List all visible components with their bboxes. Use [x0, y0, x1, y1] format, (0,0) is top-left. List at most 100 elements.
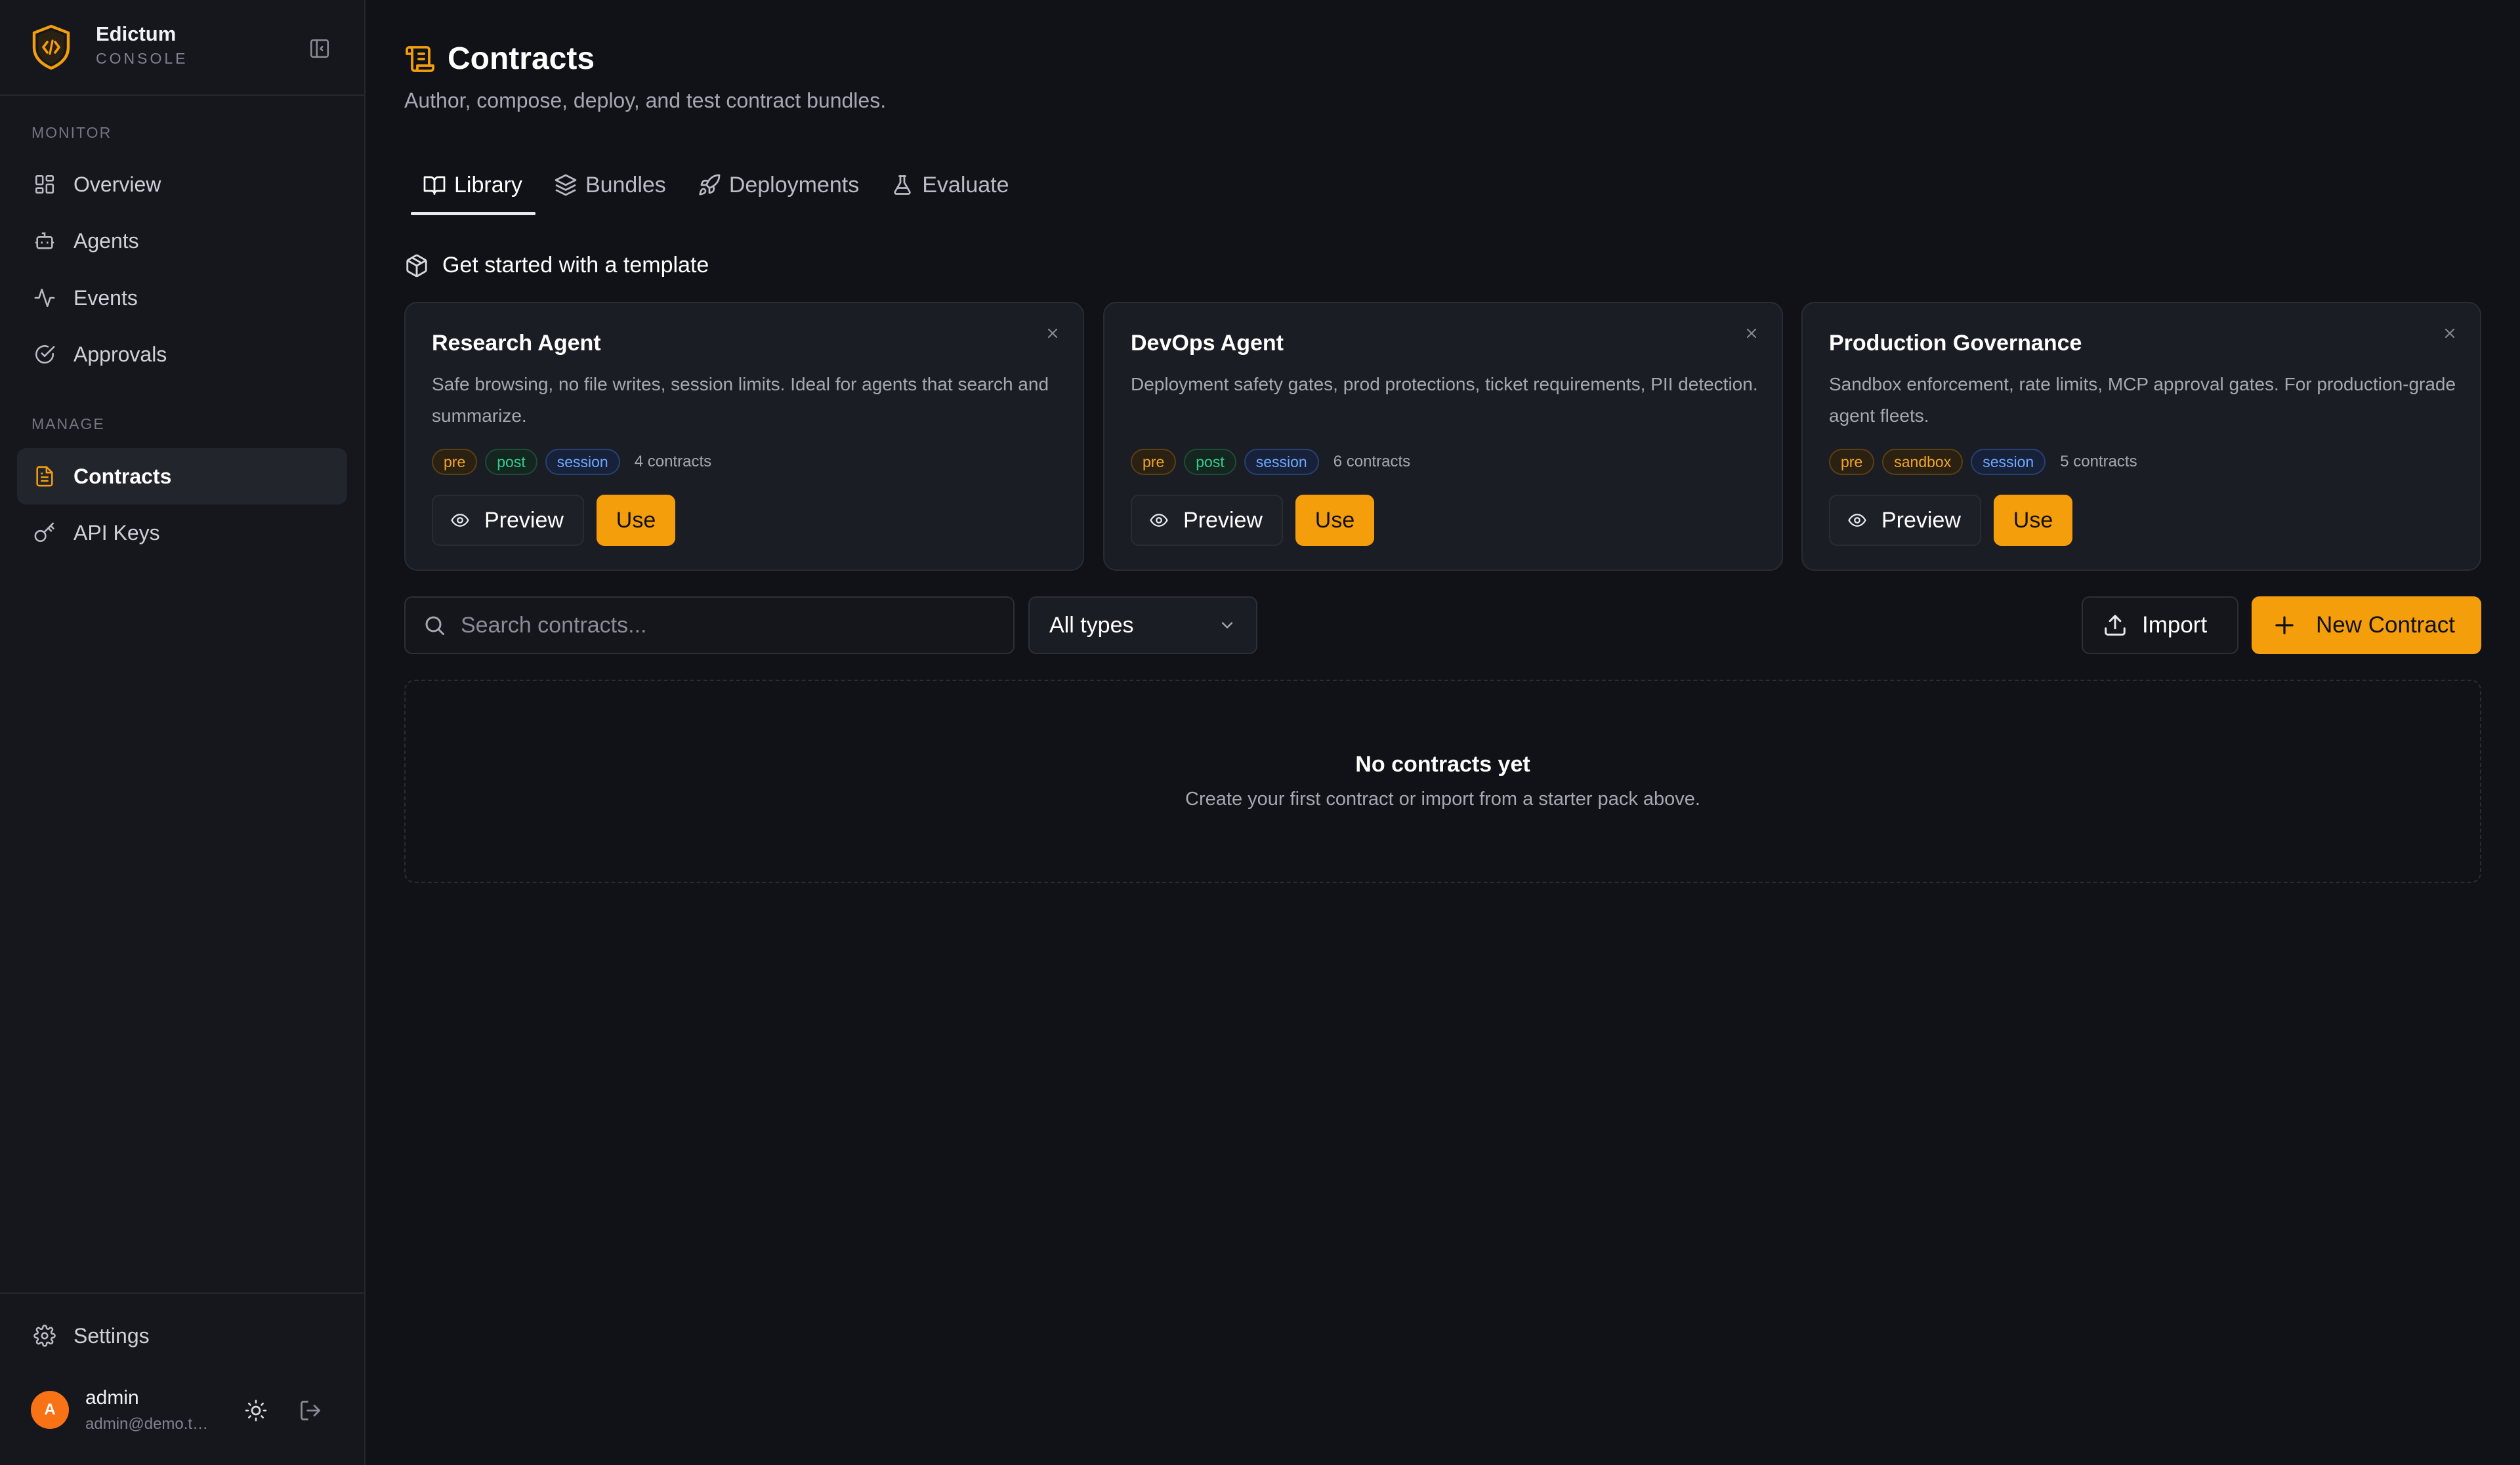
tab-library[interactable]: Library — [404, 163, 536, 215]
tag-badge: session — [545, 449, 620, 475]
avatar[interactable]: A — [31, 1391, 69, 1429]
contract-count: 5 contracts — [2060, 453, 2137, 470]
dismiss-card-button[interactable] — [1738, 320, 1765, 346]
card-tags: pre post session 4 contracts — [432, 449, 711, 475]
layers-icon — [555, 174, 577, 196]
tag-badge: session — [1244, 449, 1319, 475]
card-description: Sandbox enforcement, rate limits, MCP ap… — [1829, 374, 2456, 426]
upload-icon — [2105, 615, 2126, 636]
sidebar: Edictum CONSOLE MONITOR Overview Agents — [0, 0, 366, 1465]
check-circle-icon — [32, 341, 58, 367]
activity-icon — [32, 285, 58, 311]
page-header: Contracts — [404, 41, 595, 77]
gear-icon — [32, 1323, 58, 1349]
card-description: Safe browsing, no file writes, session l… — [432, 374, 1049, 426]
section-label-manage: MANAGE — [32, 415, 105, 432]
use-template-button[interactable]: Use — [1994, 495, 2072, 546]
close-icon — [1747, 329, 1756, 338]
sidebar-item-label: Agents — [74, 228, 139, 253]
close-icon — [1048, 329, 1057, 338]
card-title: Production Governance — [1829, 331, 2082, 356]
tag-badge: pre — [432, 449, 478, 475]
dismiss-card-button[interactable] — [2437, 320, 2463, 346]
tag-badge: pre — [1829, 449, 1875, 475]
eye-icon — [451, 514, 469, 527]
sidebar-item-overview[interactable]: Overview — [17, 156, 347, 213]
template-card-production-governance: Production Governance Sandbox enforcemen… — [1801, 302, 2481, 571]
tab-label: Deployments — [728, 172, 860, 197]
user-name: admin — [85, 1387, 139, 1409]
sidebar-item-label: Settings — [74, 1323, 150, 1348]
shield-code-logo-icon — [32, 24, 70, 70]
search-box — [404, 596, 1015, 654]
preview-button[interactable]: Preview — [1829, 495, 1981, 546]
preview-label: Preview — [1183, 507, 1263, 533]
chevron-down-icon — [1221, 622, 1233, 629]
sidebar-item-api-keys[interactable]: API Keys — [17, 505, 347, 561]
dismiss-card-button[interactable] — [1040, 320, 1066, 346]
brand-subtitle: CONSOLE — [96, 50, 188, 67]
sidebar-item-label: API Keys — [74, 520, 160, 545]
tab-label: Library — [454, 172, 522, 197]
contract-count: 6 contracts — [1333, 453, 1411, 470]
empty-state-subtitle: Create your first contract or import fro… — [1185, 789, 1700, 810]
tab-evaluate[interactable]: Evaluate — [872, 163, 1022, 215]
use-template-button[interactable]: Use — [597, 495, 675, 546]
document-icon — [32, 463, 58, 489]
tag-badge: pre — [1131, 449, 1177, 475]
preview-button[interactable]: Preview — [1131, 495, 1283, 546]
sidebar-item-label: Approvals — [74, 342, 167, 366]
preview-label: Preview — [1881, 507, 1961, 533]
key-icon — [32, 520, 58, 546]
card-title: DevOps Agent — [1131, 331, 1284, 356]
import-button[interactable]: Import — [2082, 596, 2238, 654]
logout-button[interactable] — [292, 1392, 329, 1429]
templates-heading-label: Get started with a template — [442, 253, 709, 278]
grid-icon — [32, 171, 58, 197]
sidebar-item-label: Events — [74, 285, 138, 310]
section-label-monitor: MONITOR — [32, 124, 112, 141]
close-icon — [2445, 329, 2454, 338]
tag-badge: post — [485, 449, 537, 475]
page-subtitle: Author, compose, deploy, and test contra… — [404, 89, 887, 112]
tab-bar: Library Bundles Deployments Evaluate — [404, 163, 1022, 215]
panel-left-icon — [310, 39, 329, 58]
template-card-devops-agent: DevOps Agent Deployment safety gates, pr… — [1103, 302, 1783, 571]
eye-icon — [1848, 514, 1866, 527]
search-icon — [425, 616, 444, 635]
logout-icon — [301, 1401, 320, 1420]
sidebar-item-events[interactable]: Events — [17, 270, 347, 326]
card-tags: pre sandbox session 5 contracts — [1829, 449, 2137, 475]
preview-label: Preview — [484, 507, 564, 533]
import-label: Import — [2142, 612, 2208, 638]
empty-state-title: No contracts yet — [1355, 752, 1530, 777]
empty-state: No contracts yet Create your first contr… — [404, 680, 2481, 883]
sidebar-item-agents[interactable]: Agents — [17, 213, 347, 269]
sidebar-item-settings[interactable]: Settings — [17, 1308, 347, 1364]
tab-bundles[interactable]: Bundles — [536, 163, 679, 215]
plus-icon — [2275, 616, 2294, 634]
use-template-button[interactable]: Use — [1295, 495, 1374, 546]
search-input[interactable] — [461, 612, 999, 638]
rocket-icon — [699, 174, 721, 196]
sidebar-item-contracts[interactable]: Contracts — [17, 448, 347, 505]
sun-icon — [245, 1399, 267, 1422]
theme-toggle-button[interactable] — [238, 1392, 274, 1429]
collapse-sidebar-button[interactable] — [305, 34, 334, 63]
bot-icon — [32, 228, 58, 254]
type-filter-value: All types — [1049, 612, 1134, 638]
package-icon — [406, 254, 427, 277]
book-open-icon — [423, 176, 446, 195]
brand-name: Edictum — [96, 22, 177, 45]
preview-button[interactable]: Preview — [432, 495, 584, 546]
sidebar-item-approvals[interactable]: Approvals — [17, 326, 347, 382]
templates-heading: Get started with a template — [404, 253, 709, 278]
tab-deployments[interactable]: Deployments — [679, 163, 872, 215]
brand: Edictum CONSOLE — [0, 0, 364, 96]
new-contract-button[interactable]: New Contract — [2252, 596, 2481, 654]
tab-label: Evaluate — [922, 172, 1009, 197]
card-tags: pre post session 6 contracts — [1131, 449, 1410, 475]
type-filter-select[interactable]: All types — [1028, 596, 1257, 654]
user-email: admin@demo.test — [85, 1415, 210, 1433]
tag-badge: session — [1971, 449, 2046, 475]
